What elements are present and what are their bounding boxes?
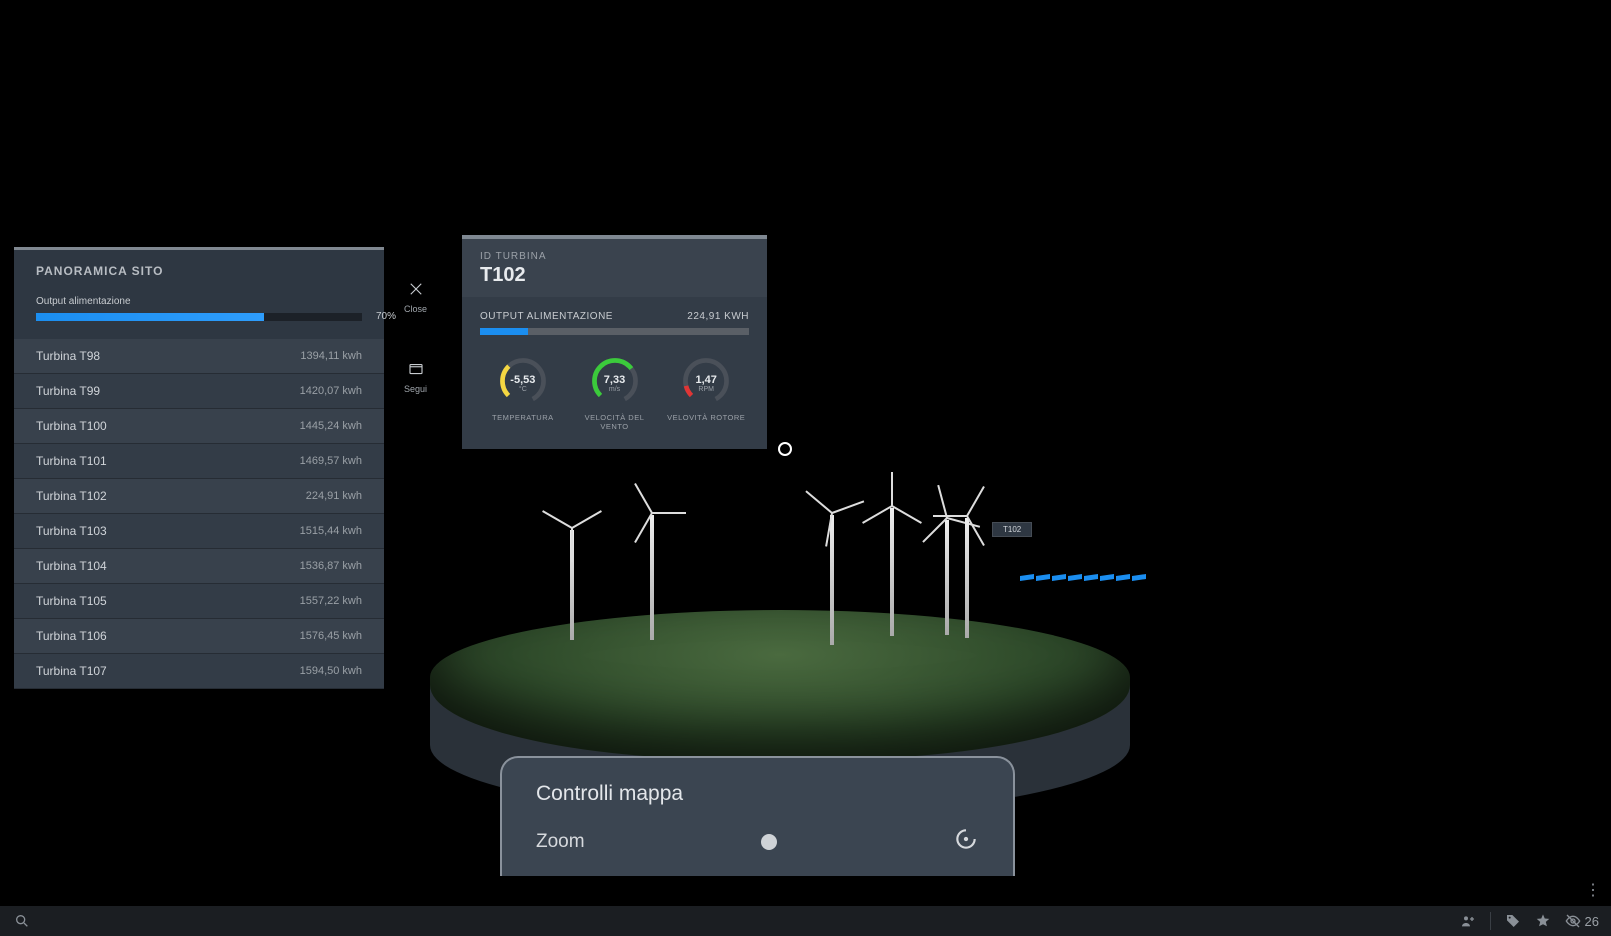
turbine-name: Turbina T101	[36, 454, 107, 468]
turbine-name: Turbina T106	[36, 629, 107, 643]
turbine-value: 1594,50 kwh	[300, 665, 362, 677]
turbine-name: Turbina T100	[36, 419, 107, 433]
turbine-row[interactable]: Turbina T104 1536,87 kwh	[14, 549, 384, 584]
detail-header-label: ID TURBINA	[480, 251, 749, 262]
turbine-row[interactable]: Turbina T103 1515,44 kwh	[14, 514, 384, 549]
power-output-row: Output alimentazione 70%	[36, 296, 362, 321]
turbine-value: 1394,11 kwh	[300, 350, 362, 362]
gauge-rotor-unit: RPM	[698, 386, 714, 393]
power-output-bar-fill	[36, 313, 264, 321]
map-zoom-row: Zoom	[536, 826, 979, 857]
site-overview-header: PANORAMICA SITO Output alimentazione 70%	[14, 250, 384, 331]
eye-off-icon	[1565, 913, 1581, 929]
close-label: Close	[404, 304, 427, 314]
lock-button[interactable]	[1571, 0, 1583, 900]
detail-output-bar	[480, 328, 749, 335]
gauge-temp-value: -5,53	[510, 374, 535, 386]
map-reset-button[interactable]	[953, 826, 979, 857]
gauge-temp-label: TEMPERATURA	[492, 413, 554, 422]
power-output-bar: 70%	[36, 313, 362, 321]
detail-header: ID TURBINA T102	[462, 239, 767, 297]
follow-label: Segui	[404, 384, 427, 394]
turbine-value: 224,91 kwh	[306, 490, 362, 502]
turbine-row[interactable]: Turbina T101 1469,57 kwh	[14, 444, 384, 479]
detail-output-row: OUTPUT ALIMENTAZIONE 224,91 KWH	[480, 311, 749, 322]
turbine-name: Turbina T98	[36, 349, 100, 363]
map-controls-title: Controlli mappa	[536, 782, 979, 806]
tag-icon[interactable]	[1505, 913, 1521, 929]
turbine-model[interactable]	[650, 515, 654, 640]
gauge-temperature: -5,53 °C TEMPERATURA	[480, 353, 566, 431]
turbine-model[interactable]	[890, 508, 894, 636]
close-button[interactable]: Close	[404, 280, 427, 314]
turbine-row[interactable]: Turbina T99 1420,07 kwh	[14, 374, 384, 409]
gauge-wind-label: VELOCITÀ DEL VENTO	[572, 413, 658, 431]
turbine-value: 1536,87 kwh	[300, 560, 362, 572]
turbine-list: Turbina T98 1394,11 kwh Turbina T99 1420,07…	[14, 339, 384, 689]
detail-output-value: 224,91 KWH	[687, 311, 749, 322]
notification-count[interactable]: 26	[1565, 913, 1599, 929]
scene-blue-markers-icon	[1020, 575, 1146, 580]
window-icon	[407, 360, 425, 378]
gauge-rotorspeed: 1,47 RPM VELOVITÀ ROTORE	[663, 353, 749, 431]
separator	[1490, 912, 1491, 930]
turbine-row[interactable]: Turbina T100 1445,24 kwh	[14, 409, 384, 444]
turbine-model[interactable]	[945, 520, 949, 635]
follow-button[interactable]: Segui	[404, 360, 427, 394]
close-icon	[407, 280, 425, 298]
site-overview-panel: PANORAMICA SITO Output alimentazione 70%…	[14, 247, 384, 689]
turbine-value: 1469,57 kwh	[300, 455, 362, 467]
turbine-name: Turbina T104	[36, 559, 107, 573]
detail-turbine-id: T102	[480, 264, 749, 287]
turbine-value: 1576,45 kwh	[300, 630, 362, 642]
turbine-row[interactable]: Turbina T102 224,91 kwh	[14, 479, 384, 514]
turbine-value: 1557,22 kwh	[300, 595, 362, 607]
more-menu-button[interactable]: ⋮	[1585, 880, 1601, 900]
power-output-pct: 70%	[376, 311, 396, 322]
gauge-temp-unit: °C	[519, 386, 527, 393]
detail-body: OUTPUT ALIMENTAZIONE 224,91 KWH -5,53 °C…	[462, 297, 767, 449]
turbine-value: 1420,07 kwh	[300, 385, 362, 397]
notification-count-value: 26	[1585, 914, 1599, 929]
power-output-label: Output alimentazione	[36, 296, 362, 307]
map-zoom-label: Zoom	[536, 831, 585, 853]
status-bar: 26	[0, 906, 1611, 936]
turbine-model[interactable]	[570, 530, 574, 640]
turbine-detail-card: ID TURBINA T102 OUTPUT ALIMENTAZIONE 224…	[462, 235, 767, 449]
person-add-icon[interactable]	[1460, 913, 1476, 929]
turbine-row[interactable]: Turbina T105 1557,22 kwh	[14, 584, 384, 619]
zoom-slider[interactable]	[761, 834, 777, 850]
ring-marker-icon	[778, 442, 792, 456]
gauge-icon	[953, 826, 979, 852]
turbine-value: 1515,44 kwh	[300, 525, 362, 537]
detail-output-bar-fill	[480, 328, 528, 335]
gauge-wind-value: 7,33	[604, 374, 625, 386]
gauges-row: -5,53 °C TEMPERATURA 7,33 m/s VELOCITÀ D…	[480, 353, 749, 431]
gauge-rotor-value: 1,47	[695, 374, 716, 386]
turbine-value: 1445,24 kwh	[300, 420, 362, 432]
site-overview-title: PANORAMICA SITO	[36, 264, 362, 278]
turbine-model[interactable]	[830, 515, 834, 645]
turbine-name: Turbina T102	[36, 489, 107, 503]
side-actions: Close Segui	[404, 280, 427, 394]
gauge-windspeed: 7,33 m/s VELOCITÀ DEL VENTO	[572, 353, 658, 431]
star-icon[interactable]	[1535, 913, 1551, 929]
detail-output-label: OUTPUT ALIMENTAZIONE	[480, 311, 613, 322]
turbine-name: Turbina T105	[36, 594, 107, 608]
turbine-row[interactable]: Turbina T107 1594,50 kwh	[14, 654, 384, 689]
turbine-name: Turbina T103	[36, 524, 107, 538]
search-icon[interactable]	[14, 913, 30, 929]
turbine-name: Turbina T107	[36, 664, 107, 678]
gauge-wind-unit: m/s	[609, 386, 620, 393]
turbine-row[interactable]: Turbina T106 1576,45 kwh	[14, 619, 384, 654]
turbine-name: Turbina T99	[36, 384, 100, 398]
turbine-row[interactable]: Turbina T98 1394,11 kwh	[14, 339, 384, 374]
gauge-rotor-label: VELOVITÀ ROTORE	[667, 413, 745, 422]
turbine-label-t102[interactable]: T102	[992, 522, 1032, 537]
terrain-top	[430, 610, 1130, 760]
turbine-model[interactable]	[965, 518, 969, 638]
map-controls-panel[interactable]: Controlli mappa Zoom	[500, 756, 1015, 876]
